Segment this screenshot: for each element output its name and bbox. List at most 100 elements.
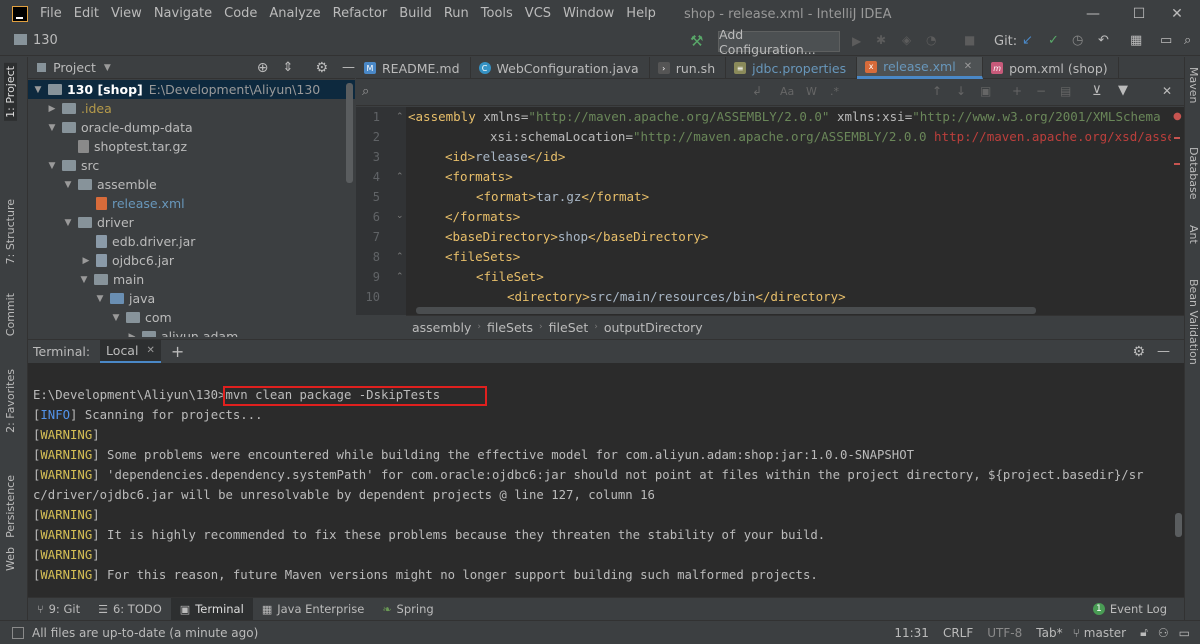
file-encoding[interactable]: UTF-8 [987, 626, 1022, 640]
expand-arrow-icon[interactable]: ▶ [126, 332, 138, 338]
persistence-tool-tab[interactable]: Persistence [4, 475, 17, 538]
tree-row-aliyun-adam[interactable]: ▶ aliyun.adam [28, 327, 355, 337]
tree-row-root[interactable]: ▼ 130 [shop] E:\Development\Aliyun\130 [28, 80, 355, 99]
error-marker[interactable] [1174, 137, 1180, 139]
menu-vcs[interactable]: VCS [519, 0, 557, 28]
search-everywhere-icon[interactable]: ⌕ [1184, 33, 1191, 48]
menu-analyze[interactable]: Analyze [263, 0, 326, 28]
menu-refactor[interactable]: Refactor [327, 0, 394, 28]
spring-tool-tab[interactable]: ❧ Spring [373, 598, 442, 621]
close-button[interactable]: ✕ [1154, 0, 1200, 28]
gear-icon[interactable]: ⚙ [315, 60, 328, 76]
error-marker[interactable] [1174, 163, 1180, 165]
tree-row-src[interactable]: ▼ src [28, 156, 355, 175]
tree-row-ojdbc6[interactable]: ▶ ojdbc6.jar [28, 251, 355, 270]
git-history-icon[interactable]: ◷ [1072, 33, 1083, 48]
close-tab-icon[interactable]: ✕ [964, 61, 972, 72]
fold-icon[interactable]: ⌃ [396, 112, 404, 122]
terminal-tab-local[interactable]: Local ✕ [100, 339, 161, 364]
nav-project-name[interactable]: 130 [33, 33, 58, 48]
coverage-icon[interactable]: ◈ [902, 33, 911, 47]
status-message[interactable]: All files are up-to-date (a minute ago) [32, 626, 258, 640]
presentation-icon[interactable]: ▭ [1160, 33, 1172, 48]
expand-arrow-icon[interactable]: ▶ [80, 256, 92, 266]
search-icon[interactable]: ⌕ [362, 84, 369, 99]
git-update-icon[interactable]: ↙ [1022, 33, 1033, 48]
menu-code[interactable]: Code [218, 0, 263, 28]
fold-icon[interactable]: ⌃ [396, 252, 404, 262]
maven-tool-tab[interactable]: Maven [1187, 67, 1200, 103]
tool-windows-icon[interactable] [12, 626, 24, 639]
filter-icon[interactable]: ⊻ [1092, 84, 1102, 99]
terminal-tool-tab[interactable]: ▣ Terminal [170, 597, 253, 621]
menu-navigate[interactable]: Navigate [148, 0, 218, 28]
add-occurrence-icon[interactable]: + [1012, 84, 1022, 98]
fold-icon[interactable]: ⌃ [396, 272, 404, 282]
select-all-occurrences-icon[interactable]: ▣ [980, 84, 991, 98]
profile-icon[interactable]: ◔ [926, 33, 936, 47]
previous-occurrence-icon[interactable]: ↑ [932, 84, 942, 98]
tab-readme[interactable]: M README.md [356, 57, 471, 79]
expand-arrow-icon[interactable]: ▼ [110, 313, 122, 323]
menu-help[interactable]: Help [620, 0, 662, 28]
event-log-tool-tab[interactable]: 1 Event Log [1084, 598, 1176, 621]
memory-icon[interactable]: ▭ [1179, 626, 1190, 640]
terminal-scrollbar[interactable] [1175, 513, 1182, 537]
gear-icon[interactable]: ⚙ [1132, 344, 1145, 360]
collapse-all-icon[interactable]: ⇕ [283, 60, 294, 75]
rollback-icon[interactable]: ↶ [1098, 33, 1109, 48]
tree-row-release-xml[interactable]: release.xml [28, 194, 355, 213]
project-tool-tab[interactable]: 1: Project [4, 63, 17, 121]
expand-arrow-icon[interactable]: ▼ [32, 85, 44, 95]
line-separator[interactable]: CRLF [943, 626, 973, 640]
git-commit-icon[interactable]: ✓ [1048, 33, 1059, 48]
tree-row-edb-driver[interactable]: edb.driver.jar [28, 232, 355, 251]
expand-arrow-icon[interactable]: ▼ [62, 218, 74, 228]
tree-row-shoptest[interactable]: shoptest.tar.gz [28, 137, 355, 156]
match-case-icon[interactable]: Aa [780, 85, 794, 98]
fold-icon[interactable]: ⌄ [396, 211, 404, 221]
regex-icon[interactable]: .* [830, 85, 839, 98]
hide-panel-icon[interactable]: — [1157, 344, 1170, 359]
tab-run-sh[interactable]: › run.sh [650, 57, 727, 79]
expand-arrow-icon[interactable]: ▼ [94, 294, 106, 304]
chevron-down-icon[interactable]: ▼ [104, 63, 111, 73]
terminal-output[interactable]: E:\Development\Aliyun\130>mvn clean pack… [28, 363, 1184, 597]
menu-run[interactable]: Run [438, 0, 475, 28]
bean-validation-tool-tab[interactable]: Bean Validation [1187, 279, 1200, 365]
expand-arrow-icon[interactable]: ▼ [62, 180, 74, 190]
tree-row-com[interactable]: ▼ com [28, 308, 355, 327]
expand-arrow-icon[interactable]: ▼ [78, 275, 90, 285]
web-tool-tab[interactable]: Web [4, 547, 17, 571]
close-find-icon[interactable]: ✕ [1162, 84, 1172, 98]
tree-row-driver[interactable]: ▼ driver [28, 213, 355, 232]
next-occurrence-icon[interactable]: ↓ [956, 84, 966, 98]
database-tool-tab[interactable]: Database [1187, 147, 1200, 200]
structure-tool-tab[interactable]: 7: Structure [4, 199, 17, 264]
todo-tool-tab[interactable]: ☰ 6: TODO [89, 598, 171, 621]
close-tab-icon[interactable]: ✕ [146, 345, 154, 356]
tree-scrollbar[interactable] [346, 83, 353, 183]
locate-file-icon[interactable]: ⊕ [257, 60, 269, 76]
menu-view[interactable]: View [105, 0, 148, 28]
project-view-selector[interactable]: Project [53, 60, 96, 75]
tree-row-main[interactable]: ▼ main [28, 270, 355, 289]
tree-row-oracle-dump-data[interactable]: ▼ oracle-dump-data [28, 118, 355, 137]
expand-arrow-icon[interactable]: ▼ [46, 123, 58, 133]
add-configuration-button[interactable]: Add Configuration... [718, 27, 840, 57]
tab-webconfiguration[interactable]: C WebConfiguration.java [471, 57, 650, 79]
menu-tools[interactable]: Tools [475, 0, 519, 28]
lock-icon[interactable]: 🔓︎ [1140, 625, 1148, 640]
git-tool-tab[interactable]: ⑂ 9: Git [28, 598, 89, 621]
java-enterprise-tool-tab[interactable]: ▦ Java Enterprise [253, 598, 374, 621]
tree-row-java[interactable]: ▼ java [28, 289, 355, 308]
project-structure-icon[interactable]: ▦ [1130, 33, 1142, 48]
ant-tool-tab[interactable]: Ant [1187, 225, 1200, 244]
menu-file[interactable]: File [34, 0, 68, 28]
git-branch[interactable]: master [1084, 626, 1126, 640]
horizontal-scrollbar[interactable] [416, 307, 1036, 314]
run-icon[interactable]: ▶ [852, 34, 861, 48]
menu-edit[interactable]: Edit [68, 0, 105, 28]
breadcrumb-item[interactable]: fileSets [481, 320, 539, 335]
tab-jdbc-properties[interactable]: ≡ jdbc.properties [726, 57, 858, 79]
